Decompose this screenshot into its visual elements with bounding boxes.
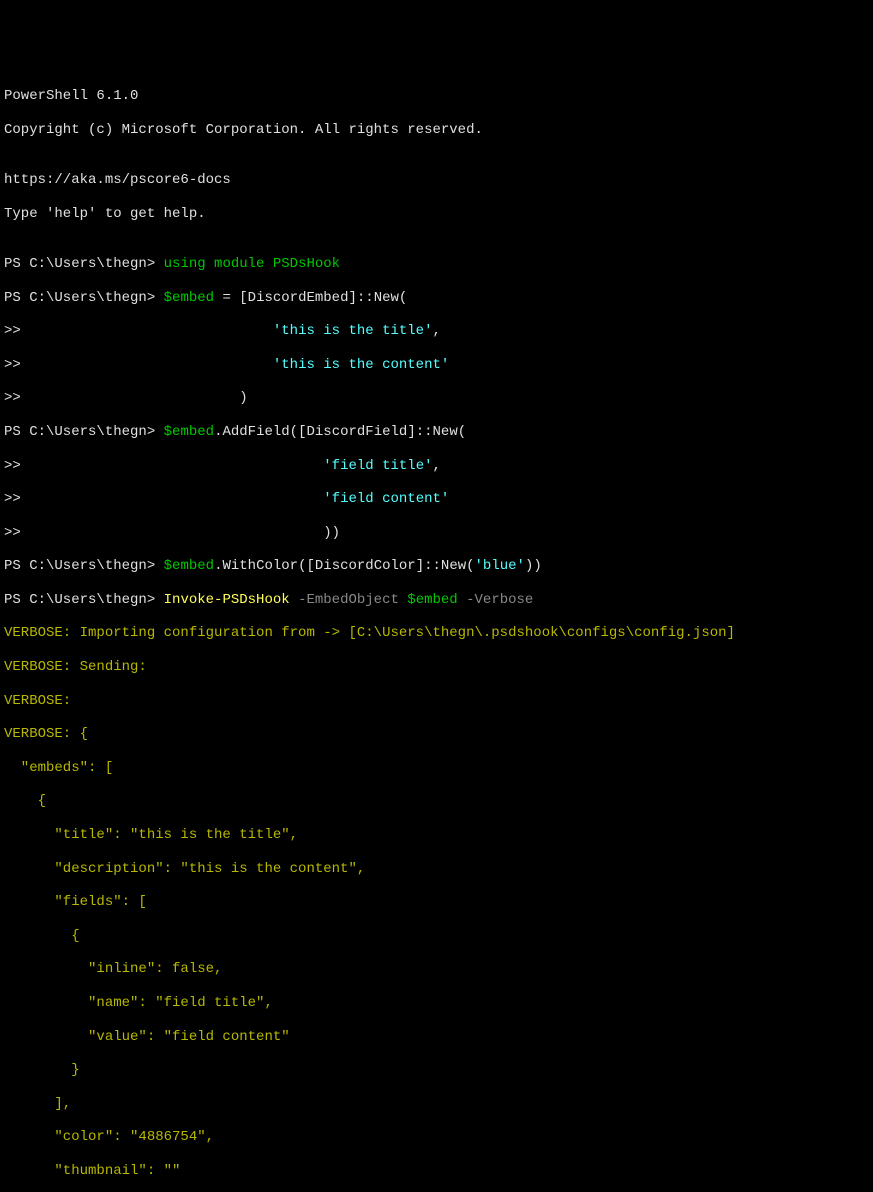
verbose-text: ] [727, 625, 735, 641]
string-literal: 'this is the content' [273, 357, 449, 373]
cmd-line-1: PS C:\Users\thegn> using module PSDsHook [4, 256, 869, 273]
padding [29, 323, 273, 339]
continuation-prompt: >> [4, 525, 29, 541]
banner-line: Type 'help' to get help. [4, 206, 869, 223]
type-name: DiscordEmbed [248, 290, 349, 306]
verbose-line: VERBOSE: [4, 693, 869, 710]
string-literal: 'field content' [323, 491, 449, 507]
operator: = [ [214, 290, 248, 306]
banner-line: PowerShell 6.1.0 [4, 88, 869, 105]
cmd-cont-5: >> ) [4, 390, 869, 407]
parameter: -EmbedObject [290, 592, 408, 608]
close-paren: )) [323, 525, 340, 541]
operator: ]::New( [407, 424, 466, 440]
verbose-line: VERBOSE: Sending: [4, 659, 869, 676]
prompt: PS C:\Users\thegn> [4, 558, 164, 574]
verbose-line: VERBOSE: { [4, 726, 869, 743]
parameter: -Verbose [458, 592, 534, 608]
padding [29, 525, 323, 541]
cmd-line-11: PS C:\Users\thegn> Invoke-PSDsHook -Embe… [4, 592, 869, 609]
padding [29, 458, 323, 474]
method-call: .WithColor([ [214, 558, 315, 574]
continuation-prompt: >> [4, 390, 29, 406]
banner-line: Copyright (c) Microsoft Corporation. All… [4, 122, 869, 139]
json-line: "thumbnail": "" [4, 1163, 869, 1180]
continuation-prompt: >> [4, 458, 29, 474]
json-line: "title": "this is the title", [4, 827, 869, 844]
json-line: "inline": false, [4, 961, 869, 978]
json-line: "value": "field content" [4, 1029, 869, 1046]
json-line: "color": "4886754", [4, 1129, 869, 1146]
json-line: "description": "this is the content", [4, 861, 869, 878]
verbose-line: VERBOSE: Importing configuration from ->… [4, 625, 869, 642]
cmd-cont-7: >> 'field title', [4, 458, 869, 475]
command-text: using module PSDsHook [164, 256, 340, 272]
operator: ]::New( [416, 558, 475, 574]
cmd-line-10: PS C:\Users\thegn> $embed.WithColor([Dis… [4, 558, 869, 575]
variable: $embed [164, 290, 214, 306]
prompt: PS C:\Users\thegn> [4, 290, 164, 306]
cmd-line-2: PS C:\Users\thegn> $embed = [DiscordEmbe… [4, 290, 869, 307]
close-paren: )) [525, 558, 542, 574]
terminal-output[interactable]: PowerShell 6.1.0 Copyright (c) Microsoft… [4, 71, 869, 1192]
string-literal: 'field title' [323, 458, 432, 474]
json-line: ], [4, 1096, 869, 1113]
type-name: DiscordField [306, 424, 407, 440]
operator: ]::New( [349, 290, 408, 306]
config-path: C:\Users\thegn\.psdshook\configs\config.… [357, 625, 727, 641]
json-line: "embeds": [ [4, 760, 869, 777]
cmd-cont-9: >> )) [4, 525, 869, 542]
comma: , [433, 458, 441, 474]
method-call: .AddField([ [214, 424, 306, 440]
cmd-cont-4: >> 'this is the content' [4, 357, 869, 374]
verbose-text: VERBOSE: Importing configuration from ->… [4, 625, 357, 641]
continuation-prompt: >> [4, 491, 29, 507]
close-paren: ) [239, 390, 247, 406]
cmd-cont-3: >> 'this is the title', [4, 323, 869, 340]
comma: , [433, 323, 441, 339]
json-line: { [4, 793, 869, 810]
cmdlet-name: Invoke-PSDsHook [164, 592, 290, 608]
padding [29, 390, 239, 406]
string-literal: 'blue' [475, 558, 525, 574]
json-line: } [4, 1062, 869, 1079]
padding [29, 357, 273, 373]
prompt: PS C:\Users\thegn> [4, 424, 164, 440]
variable: $embed [164, 424, 214, 440]
json-line: "name": "field title", [4, 995, 869, 1012]
json-line: "fields": [ [4, 894, 869, 911]
banner-link: https://aka.ms/pscore6-docs [4, 172, 869, 189]
padding [29, 491, 323, 507]
prompt: PS C:\Users\thegn> [4, 256, 164, 272]
variable: $embed [407, 592, 457, 608]
cmd-line-6: PS C:\Users\thegn> $embed.AddField([Disc… [4, 424, 869, 441]
continuation-prompt: >> [4, 357, 29, 373]
string-literal: 'this is the title' [273, 323, 433, 339]
type-name: DiscordColor [315, 558, 416, 574]
variable: $embed [164, 558, 214, 574]
json-line: { [4, 928, 869, 945]
prompt: PS C:\Users\thegn> [4, 592, 164, 608]
continuation-prompt: >> [4, 323, 29, 339]
cmd-cont-8: >> 'field content' [4, 491, 869, 508]
